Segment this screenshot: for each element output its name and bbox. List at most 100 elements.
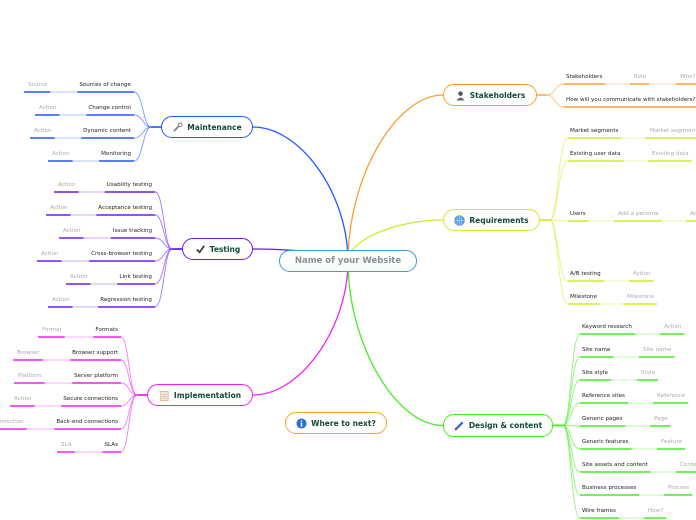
subtopic-label[interactable]: Monitoring: [101, 151, 131, 158]
subtopic-label[interactable]: A/B testing: [570, 271, 601, 278]
subtopic-child-label[interactable]: Site name: [643, 347, 671, 354]
subtopic-child-label[interactable]: How?: [648, 508, 663, 515]
subtopic-child-label[interactable]: Feature: [661, 439, 682, 446]
subtopic-label[interactable]: Market segments: [570, 128, 618, 135]
subtopic-label[interactable]: Site assets and content: [582, 462, 648, 469]
subtopic-label[interactable]: Generic features: [582, 439, 629, 446]
subtopic-label[interactable]: Reference sites: [582, 393, 625, 400]
subtopic-connector: [133, 91, 152, 128]
subtopic-label[interactable]: Formats: [95, 327, 118, 334]
subtopic-child-label[interactable]: Action: [52, 297, 70, 304]
subtopic-child-label[interactable]: Action: [52, 151, 70, 158]
subtopic-label[interactable]: Users: [570, 211, 586, 218]
subtopic-child-label[interactable]: Action: [58, 182, 76, 189]
subtopic-label[interactable]: Keyword research: [582, 324, 632, 331]
subtopic-connector: [549, 219, 569, 305]
subtopic-child-label[interactable]: Action: [39, 105, 57, 112]
subtopic-label[interactable]: Business processes: [582, 485, 636, 492]
subtopic-child-label[interactable]: Format: [42, 327, 62, 334]
subtopic-label[interactable]: Existing user data: [570, 151, 621, 158]
where-to-next-node[interactable]: Where to next?: [285, 412, 387, 434]
branch-connector: [252, 126, 349, 262]
subtopic-child-label[interactable]: Action: [34, 128, 52, 135]
subtopic-connector: [562, 333, 581, 426]
subtopic-connector: [154, 248, 173, 308]
subtopic-child-label[interactable]: Action: [633, 271, 651, 278]
subtopic-child-label[interactable]: Connection: [0, 419, 24, 426]
subtopic-child-label[interactable]: Existing data: [652, 151, 689, 158]
subtopic-label[interactable]: Stakeholders: [566, 74, 602, 81]
topic-maintenance[interactable]: Maintenance: [161, 116, 253, 138]
subtopic-child-label[interactable]: Content: [680, 462, 696, 469]
topic-label: Requirements: [469, 215, 529, 225]
subtopic-label[interactable]: Wire frames: [582, 508, 616, 515]
subtopic-connector: [549, 219, 569, 222]
subtopic-label[interactable]: Browser support: [72, 350, 118, 357]
subtopic-child-label[interactable]: Page: [654, 416, 668, 423]
subtopic-label[interactable]: Generic pages: [582, 416, 622, 423]
subtopic-child-label[interactable]: Action: [664, 324, 682, 331]
subtopic-connector: [120, 336, 138, 396]
topic-label: Maintenance: [187, 122, 242, 132]
subtopic-label[interactable]: Site name: [582, 347, 610, 354]
subtopic-label[interactable]: Link testing: [119, 274, 152, 281]
subtopic-label[interactable]: Change control: [88, 105, 131, 112]
branch-connector: [347, 260, 444, 427]
subtopic-label[interactable]: Usability testing: [107, 182, 152, 189]
subtopic-child-label[interactable]: Milestone: [627, 294, 654, 301]
subtopic-label[interactable]: Cross-browser testing: [91, 251, 152, 258]
subtopic-child-label[interactable]: Action: [14, 396, 32, 403]
subtopic-child-label[interactable]: SLA: [61, 442, 72, 449]
subtopic-child-label[interactable]: Action: [70, 274, 88, 281]
subtopic-connector: [133, 126, 152, 162]
subtopic-label[interactable]: Regression testing: [100, 297, 152, 304]
subtopic-label[interactable]: Issue tracking: [113, 228, 152, 235]
subtopic-child-label[interactable]: Market segment: [650, 128, 696, 135]
subtopic-child-label[interactable]: Action: [50, 205, 68, 212]
subtopic-label[interactable]: Back-end connections: [56, 419, 118, 426]
subtopic-label[interactable]: Acceptance testing: [98, 205, 152, 212]
subtopic-label[interactable]: Site style: [582, 370, 608, 377]
topic-implementation[interactable]: Implementation: [147, 384, 253, 406]
subtopic-connector: [562, 425, 581, 496]
subtopic-connector: [549, 137, 569, 221]
info-icon: [296, 417, 307, 429]
subtopic-label[interactable]: How will you communicate with stakeholde…: [566, 97, 695, 104]
subtopic-child-label[interactable]: Add: [690, 211, 696, 218]
subtopic-label[interactable]: Sources of change: [79, 82, 131, 89]
topic-label: Implementation: [173, 390, 242, 400]
checkmark-icon: [195, 244, 205, 254]
branch-connector: [347, 94, 444, 262]
topic-label: Design & content: [468, 421, 543, 430]
subtopic-child-label[interactable]: Platform: [18, 373, 42, 380]
subtopic-label[interactable]: Server platform: [74, 373, 118, 380]
central-topic-label: Name of your Website: [294, 256, 402, 266]
subtopic-child-label[interactable]: Browser: [17, 350, 40, 357]
topic-testing[interactable]: Testing: [182, 238, 253, 260]
subtopic-label[interactable]: Dynamic content: [83, 128, 131, 135]
subtopic-connector: [120, 394, 138, 453]
subtopic-child-label[interactable]: Source: [28, 82, 47, 89]
subtopic-child-label[interactable]: Action: [41, 251, 59, 258]
subtopic-child-label[interactable]: Action: [63, 228, 81, 235]
subtopic-child-label[interactable]: Role: [634, 74, 646, 81]
subtopic-label[interactable]: SLAs: [104, 442, 118, 449]
branch-connector: [252, 260, 349, 396]
subtopic-connector: [546, 94, 565, 108]
subtopic-child-label[interactable]: Style: [641, 370, 655, 377]
subtopic-child-label[interactable]: Reference: [657, 393, 685, 400]
wrench-icon: [173, 121, 183, 132]
subtopic-label[interactable]: Milestone: [570, 294, 597, 301]
topic-label: Stakeholders: [469, 90, 526, 100]
subtopic-child-label[interactable]: Process: [668, 485, 689, 492]
subtopic-child-label[interactable]: Who?: [680, 74, 695, 81]
central-topic[interactable]: Name of your Website: [279, 250, 417, 272]
clipboard-icon: [160, 390, 169, 401]
topic-design[interactable]: Design & content: [443, 414, 553, 437]
subtopic-connector: [546, 83, 565, 96]
subtopic-label[interactable]: Secure connections: [63, 396, 118, 403]
topic-requirements[interactable]: Requirements: [443, 209, 540, 231]
subtopic-child-label[interactable]: Add a persona: [618, 211, 658, 218]
topic-stakeholders[interactable]: Stakeholders: [443, 84, 537, 106]
globe-icon: [454, 214, 466, 226]
